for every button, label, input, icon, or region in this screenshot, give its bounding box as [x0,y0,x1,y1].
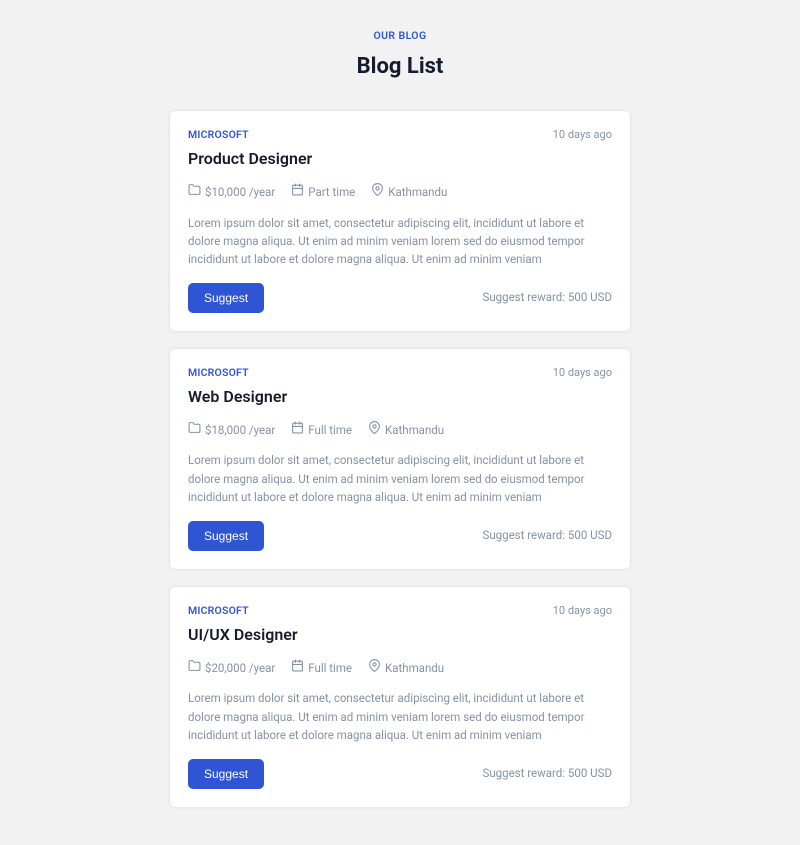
salary-label: $10,000 /year [205,184,275,201]
location-label: Kathmandu [385,422,444,439]
calendar-icon [291,659,304,677]
blog-card: MICROSOFT 10 days ago Product Designer $10,… [170,111,630,331]
salary-label: $18,000 /year [205,422,275,439]
company-label: MICROSOFT [188,365,249,381]
job-description: Lorem ipsum dolor sit amet, consectetur … [188,214,612,269]
section-subtitle: OUR BLOG [170,28,630,44]
location-label: Kathmandu [388,184,447,201]
calendar-icon [291,183,304,201]
page-title: Blog List [170,50,630,83]
job-title[interactable]: Product Designer [188,147,612,171]
timeago-label: 10 days ago [553,603,612,620]
calendar-icon [291,421,304,439]
blog-card: MICROSOFT 10 days ago UI/UX Designer $20,00… [170,587,630,807]
salary-label: $20,000 /year [205,660,275,677]
company-label: MICROSOFT [188,603,249,619]
folder-icon [188,421,201,439]
job-title[interactable]: UI/UX Designer [188,623,612,647]
type-label: Full time [308,660,352,677]
suggest-button[interactable]: Suggest [188,283,264,313]
map-pin-icon [371,183,384,201]
job-meta: $18,000 /year Full time Kathmandu [188,421,612,439]
job-description: Lorem ipsum dolor sit amet, consectetur … [188,451,612,506]
job-meta: $10,000 /year Part time Kathmandu [188,183,612,201]
reward-label: Suggest reward: 500 USD [482,527,612,544]
job-title[interactable]: Web Designer [188,385,612,409]
reward-label: Suggest reward: 500 USD [482,765,612,782]
timeago-label: 10 days ago [553,365,612,382]
folder-icon [188,183,201,201]
type-label: Part time [308,184,355,201]
location-label: Kathmandu [385,660,444,677]
folder-icon [188,659,201,677]
job-description: Lorem ipsum dolor sit amet, consectetur … [188,689,612,744]
timeago-label: 10 days ago [553,127,612,144]
suggest-button[interactable]: Suggest [188,759,264,789]
company-label: MICROSOFT [188,127,249,143]
map-pin-icon [368,659,381,677]
suggest-button[interactable]: Suggest [188,521,264,551]
map-pin-icon [368,421,381,439]
job-meta: $20,000 /year Full time Kathmandu [188,659,612,677]
blog-card: MICROSOFT 10 days ago Web Designer $18,000 … [170,349,630,569]
reward-label: Suggest reward: 500 USD [482,289,612,306]
type-label: Full time [308,422,352,439]
